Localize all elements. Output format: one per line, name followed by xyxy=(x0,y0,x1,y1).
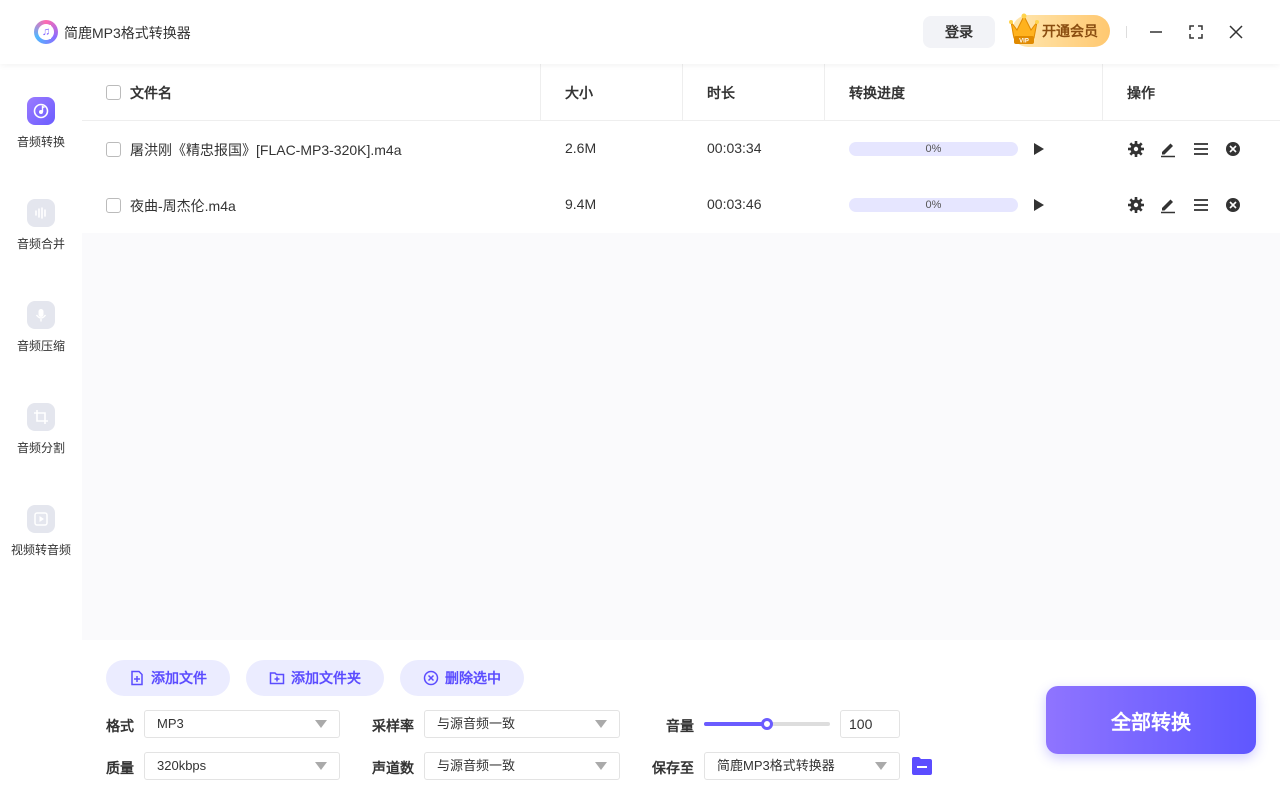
save-to-label: 保存至 xyxy=(652,760,694,776)
add-folder-label: 添加文件夹 xyxy=(291,670,361,686)
table-row[interactable]: 夜曲-周杰伦.m4a 9.4M 00:03:46 0% xyxy=(82,177,1280,233)
close-window-button[interactable] xyxy=(1224,20,1248,44)
minimize-icon xyxy=(1150,31,1162,33)
sidebar-item-label: 音频压缩 xyxy=(16,339,65,353)
file-name: 夜曲-周杰伦.m4a xyxy=(130,198,236,214)
quality-label: 质量 xyxy=(106,760,134,776)
file-list-area: 文件名 大小 时长 转换进度 操作 屠洪刚《精忠报国》[FLAC-MP3-320… xyxy=(82,64,1280,640)
chevron-down-icon xyxy=(595,762,607,770)
chevron-down-icon xyxy=(875,762,887,770)
close-icon xyxy=(1229,25,1243,39)
save-to-select[interactable]: 简鹿MP3格式转换器 xyxy=(704,752,900,780)
settings-gear-icon[interactable] xyxy=(1127,196,1145,214)
sidebar: 音频转换 音频合并 音频压缩 音频分割 视频转音频 xyxy=(0,64,82,800)
login-button[interactable]: 登录 xyxy=(923,16,995,48)
channels-value: 与源音频一致 xyxy=(437,758,516,773)
add-file-icon xyxy=(131,670,143,686)
sidebar-item-audio-compress[interactable]: 音频压缩 xyxy=(0,301,82,371)
convert-all-button[interactable]: 全部转换 xyxy=(1046,686,1256,754)
maximize-button[interactable] xyxy=(1184,20,1208,44)
sample-rate-label: 采样率 xyxy=(372,718,414,734)
table-body: 屠洪刚《精忠报国》[FLAC-MP3-320K].m4a 2.6M 00:03:… xyxy=(82,121,1280,233)
minimize-button[interactable] xyxy=(1144,20,1168,44)
add-file-label: 添加文件 xyxy=(151,670,207,686)
play-icon[interactable] xyxy=(1033,142,1045,156)
vip-crown-icon: VIP xyxy=(1009,13,1039,45)
play-icon[interactable] xyxy=(1033,198,1045,212)
svg-text:VIP: VIP xyxy=(1019,39,1029,45)
app-title: 简鹿MP3格式转换器 xyxy=(64,25,191,41)
table-row[interactable]: 屠洪刚《精忠报国》[FLAC-MP3-320K].m4a 2.6M 00:03:… xyxy=(82,121,1280,177)
volume-slider-handle[interactable] xyxy=(761,718,773,730)
edit-pencil-icon[interactable] xyxy=(1159,196,1177,214)
volume-input[interactable] xyxy=(840,710,900,738)
remove-circle-icon[interactable] xyxy=(1224,140,1242,158)
title-bar: ♫ 简鹿MP3格式转换器 登录 开通会员 VIP xyxy=(0,0,1280,64)
open-folder-button[interactable] xyxy=(910,754,934,778)
column-header-size: 大小 xyxy=(565,85,593,101)
sidebar-item-audio-merge[interactable]: 音频合并 xyxy=(0,199,82,269)
file-duration: 00:03:34 xyxy=(707,140,762,156)
format-value: MP3 xyxy=(157,716,184,731)
edit-pencil-icon[interactable] xyxy=(1159,140,1177,158)
sidebar-item-video-to-audio[interactable]: 视频转音频 xyxy=(0,505,82,575)
add-folder-icon xyxy=(269,672,285,685)
file-name: 屠洪刚《精忠报国》[FLAC-MP3-320K].m4a xyxy=(130,142,402,158)
menu-list-icon[interactable] xyxy=(1192,196,1210,214)
delete-selected-label: 删除选中 xyxy=(445,670,501,686)
settings-gear-icon[interactable] xyxy=(1127,140,1145,158)
channels-label: 声道数 xyxy=(372,760,414,776)
chevron-down-icon xyxy=(595,720,607,728)
sidebar-item-label: 视频转音频 xyxy=(10,543,71,557)
column-header-duration: 时长 xyxy=(707,85,735,101)
row-checkbox[interactable] xyxy=(106,198,121,213)
sidebar-item-audio-convert[interactable]: 音频转换 xyxy=(0,97,82,167)
sample-rate-value: 与源音频一致 xyxy=(437,716,516,731)
video-play-icon xyxy=(27,505,55,533)
sample-rate-select[interactable]: 与源音频一致 xyxy=(424,710,620,738)
microphone-icon xyxy=(27,301,55,329)
progress-bar: 0% xyxy=(849,142,1018,156)
volume-slider[interactable] xyxy=(704,718,830,730)
bottom-panel: 添加文件 添加文件夹 删除选中 格式 MP3 采样率 与源音频一致 音量 质量 … xyxy=(82,640,1280,800)
sidebar-item-label: 音频转换 xyxy=(16,135,65,149)
file-duration: 00:03:46 xyxy=(707,196,762,212)
waveform-icon xyxy=(27,199,55,227)
volume-label: 音量 xyxy=(666,718,694,734)
maximize-icon xyxy=(1189,25,1203,39)
delete-selected-button[interactable]: 删除选中 xyxy=(400,660,524,696)
sidebar-item-label: 音频合并 xyxy=(16,237,65,251)
app-logo-icon: ♫ xyxy=(34,20,58,44)
table-header: 文件名 大小 时长 转换进度 操作 xyxy=(82,64,1280,121)
column-header-name: 文件名 xyxy=(130,85,172,101)
channels-select[interactable]: 与源音频一致 xyxy=(424,752,620,780)
disc-icon xyxy=(27,97,55,125)
folder-icon xyxy=(912,757,932,775)
progress-bar: 0% xyxy=(849,198,1018,212)
quality-select[interactable]: 320kbps xyxy=(144,752,340,780)
format-select[interactable]: MP3 xyxy=(144,710,340,738)
volume-slider-fill xyxy=(704,722,767,726)
crop-icon xyxy=(27,403,55,431)
save-to-value: 简鹿MP3格式转换器 xyxy=(717,758,835,773)
format-label: 格式 xyxy=(106,718,134,734)
add-file-button[interactable]: 添加文件 xyxy=(106,660,230,696)
quality-value: 320kbps xyxy=(157,758,207,773)
row-checkbox[interactable] xyxy=(106,142,121,157)
column-header-progress: 转换进度 xyxy=(849,85,905,101)
select-all-checkbox[interactable] xyxy=(106,85,121,100)
menu-list-icon[interactable] xyxy=(1192,140,1210,158)
delete-circle-icon xyxy=(423,670,439,686)
sidebar-item-label: 音频分割 xyxy=(16,441,65,455)
file-size: 2.6M xyxy=(565,140,597,156)
titlebar-divider xyxy=(1126,26,1127,38)
file-size: 9.4M xyxy=(565,196,597,212)
chevron-down-icon xyxy=(315,762,327,770)
column-header-actions: 操作 xyxy=(1127,85,1155,101)
sidebar-item-audio-split[interactable]: 音频分割 xyxy=(0,403,82,473)
add-folder-button[interactable]: 添加文件夹 xyxy=(246,660,384,696)
chevron-down-icon xyxy=(315,720,327,728)
remove-circle-icon[interactable] xyxy=(1224,196,1242,214)
